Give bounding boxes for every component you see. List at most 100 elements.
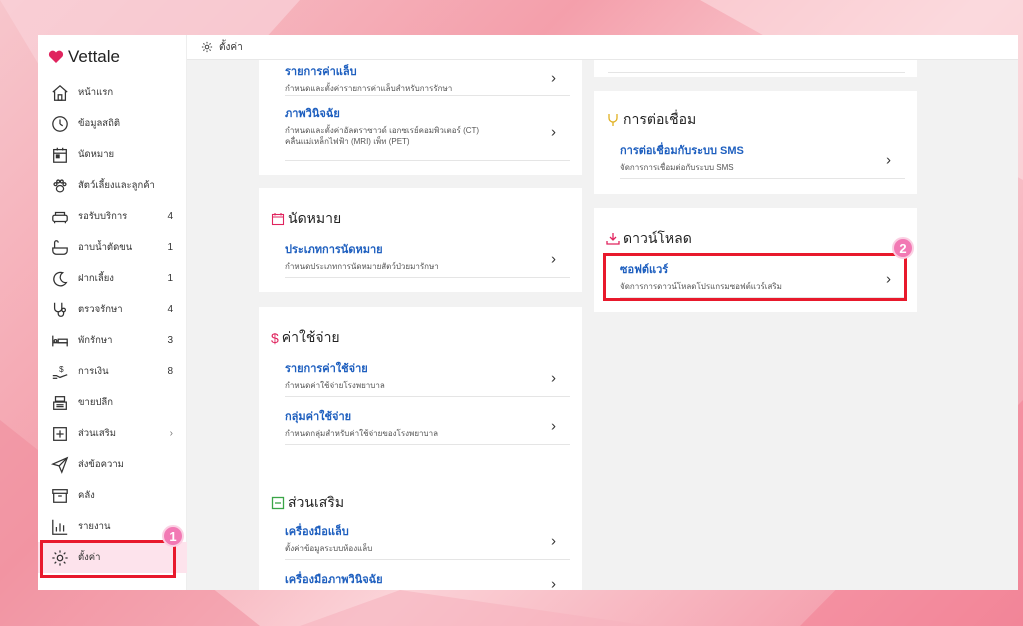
highlight-software [603, 253, 907, 301]
appointment-type-row[interactable]: ประเภทการนัดหมาย กำหนดประเภทการนัดหมายสั… [285, 240, 570, 278]
chevron-right-icon: › [551, 69, 556, 86]
sidebar-item-appointment[interactable]: นัดหมาย [38, 139, 187, 170]
expense-group-row[interactable]: กลุ่มค่าใช้จ่าย กำหนดกลุ่มสำหรับค่าใช้จ่… [285, 407, 570, 445]
lab-tools-row[interactable]: เครื่องมือแล็บ ตั้งค่าข้อมูลระบบห้องแล็บ… [285, 522, 570, 560]
card-title: การต่อเชื่อม [606, 109, 696, 131]
divider [608, 72, 905, 73]
card-title: $ ค่าใช้จ่าย [271, 329, 340, 346]
bar-chart-icon [50, 517, 70, 537]
sidebar-item-retail[interactable]: ขายปลีก [38, 387, 187, 418]
heart-logo-icon [48, 50, 64, 63]
sms-connection-row[interactable]: การต่อเชื่อมกับระบบ SMS จัดการการเชื่อมต… [620, 141, 905, 179]
card-title: ส่วนเสริม [271, 492, 344, 514]
expense-list-row[interactable]: รายการค่าใช้จ่าย กำหนดค่าใช้จ่ายโรงพยาบา… [285, 359, 570, 397]
sidebar-item-examination[interactable]: ตรวจรักษา 4 [38, 294, 187, 325]
calendar-icon [271, 213, 285, 226]
row-title: ภาพวินิจฉัย [285, 108, 340, 120]
sidebar-item-label: ข้อมูลสถิติ [78, 118, 121, 129]
sidebar-item-label: อาบน้ำตัดขน [78, 242, 133, 253]
sidebar-item-label: ขายปลีก [78, 397, 113, 408]
highlight-settings [40, 540, 176, 578]
sidebar-item-count: 8 [167, 366, 173, 377]
sidebar-item-label: การเงิน [78, 366, 109, 377]
chevron-right-icon: › [169, 428, 173, 439]
cash-register-icon [50, 393, 70, 413]
dashboard-icon [50, 114, 70, 134]
stethoscope-icon [50, 300, 70, 320]
row-subtitle: กำหนดและตั้งค่ารายการค่าแล็บสำหรับการรัก… [285, 84, 453, 93]
addons-settings-card: ส่วนเสริม เครื่องมือแล็บ ตั้งค่าข้อมูลระ… [259, 472, 582, 590]
diagnostic-imaging-row[interactable]: ภาพวินิจฉัย กำหนดและตั้งค่าอัลตราซาวด์ เ… [285, 104, 570, 161]
sidebar-item-label: คลัง [78, 490, 95, 501]
sidebar-item-home[interactable]: หน้าแรก [38, 77, 187, 108]
row-title: รายการค่าใช้จ่าย [285, 363, 368, 375]
card-title: นัดหมาย [271, 208, 341, 230]
chevron-right-icon: › [551, 123, 556, 141]
sidebar-item-label: พักรักษา [78, 335, 113, 346]
row-title: การต่อเชื่อมกับระบบ SMS [620, 145, 744, 157]
sidebar-item-boarding[interactable]: ฝากเลี้ยง 1 [38, 263, 187, 294]
app-name: Vettale [68, 47, 120, 66]
sidebar-item-count: 1 [167, 242, 173, 253]
paw-icon [50, 176, 70, 196]
sidebar-item-pets-customers[interactable]: สัตว์เลี้ยงและลูกค้า [38, 170, 187, 201]
sidebar-item-statistics[interactable]: ข้อมูลสถิติ [38, 108, 187, 139]
row-subtitle: ตั้งค่าข้อมูลระบบห้องแล็บ [285, 544, 373, 553]
bathtub-icon [50, 238, 70, 258]
gear-icon [201, 41, 213, 53]
money-hand-icon: $ [50, 362, 70, 382]
step-badge-2: 2 [892, 237, 914, 259]
archive-icon [50, 486, 70, 506]
sidebar-item-messages[interactable]: ส่งข้อความ [38, 449, 187, 480]
lab-fee-row[interactable]: รายการค่าแล็บ กำหนดและตั้งค่ารายการค่าแล… [285, 60, 570, 96]
row-subtitle: กำหนดค่าใช้จ่ายโรงพยาบาล [285, 381, 385, 390]
main-content: ตั้งค่า รายการค่าแล็บ กำหนดและตั้งค่าราย… [187, 35, 1018, 590]
plus-square-icon [50, 424, 70, 444]
row-title: ประเภทการนัดหมาย [285, 244, 383, 256]
row-subtitle: จัดการการเชื่อมต่อกับระบบ SMS [620, 163, 734, 172]
plug-icon [608, 114, 618, 126]
svg-text:$: $ [59, 365, 64, 374]
chevron-right-icon: › [551, 575, 556, 591]
sidebar-item-inpatient[interactable]: พักรักษา 3 [38, 325, 187, 356]
app-window: Vettale หน้าแรก ข้อมูลสถิติ นัดหมาย สัตว… [38, 35, 1018, 590]
treatment-settings-card: รายการค่าแล็บ กำหนดและตั้งค่ารายการค่าแล… [259, 60, 582, 175]
step-badge-1: 1 [162, 525, 184, 547]
sidebar-item-count: 4 [167, 211, 173, 222]
row-subtitle-2: คลื่นแม่เหล็กไฟฟ้า (MRI) เพ็ท (PET) [285, 137, 410, 146]
imaging-tools-row[interactable]: เครื่องมือภาพวินิจฉัย › [285, 570, 570, 590]
sidebar-nav: หน้าแรก ข้อมูลสถิติ นัดหมาย สัตว์เลี้ยงแ… [38, 77, 187, 573]
sidebar-item-finance[interactable]: $ การเงิน 8 [38, 356, 187, 387]
download-icon [606, 233, 620, 245]
home-icon [50, 83, 70, 103]
page-title: ตั้งค่า [219, 41, 243, 53]
row-subtitle: กำหนดและตั้งค่าอัลตราซาวด์ เอกซเรย์คอมพิ… [285, 126, 480, 135]
sidebar-item-addons[interactable]: ส่วนเสริม › [38, 418, 187, 449]
appointment-settings-card: นัดหมาย ประเภทการนัดหมาย กำหนดประเภทการน… [259, 188, 582, 292]
row-title: เครื่องมือภาพวินิจฉัย [285, 574, 383, 586]
top-bar: ตั้งค่า [187, 35, 1018, 60]
sidebar-item-label: ส่งข้อความ [78, 459, 124, 470]
row-title: กลุ่มค่าใช้จ่าย [285, 411, 352, 423]
chevron-right-icon: › [551, 417, 556, 434]
calendar-icon [50, 145, 70, 165]
sofa-icon [50, 207, 70, 227]
card-title: ดาวน์โหลด [606, 228, 692, 250]
plus-square-icon [271, 496, 285, 510]
sidebar-item-waiting[interactable]: รอรับบริการ 4 [38, 201, 187, 232]
chevron-right-icon: › [551, 532, 556, 549]
sidebar-item-label: หน้าแรก [78, 87, 114, 98]
expense-settings-card: $ ค่าใช้จ่าย รายการค่าใช้จ่าย กำหนดค่าใช… [259, 307, 582, 491]
sidebar-item-label: รายงาน [78, 521, 111, 532]
sidebar-item-count: 3 [167, 335, 173, 346]
sidebar: Vettale หน้าแรก ข้อมูลสถิติ นัดหมาย สัตว… [38, 35, 187, 590]
sidebar-item-inventory[interactable]: คลัง [38, 480, 187, 511]
send-icon [50, 455, 70, 475]
logo[interactable]: Vettale [48, 47, 120, 67]
bed-icon [50, 331, 70, 351]
sidebar-item-label: รอรับบริการ [78, 211, 128, 222]
sidebar-item-grooming[interactable]: อาบน้ำตัดขน 1 [38, 232, 187, 263]
row-title: รายการค่าแล็บ [285, 66, 357, 78]
sidebar-item-label: ตรวจรักษา [78, 304, 123, 315]
sidebar-item-label: นัดหมาย [78, 149, 115, 160]
